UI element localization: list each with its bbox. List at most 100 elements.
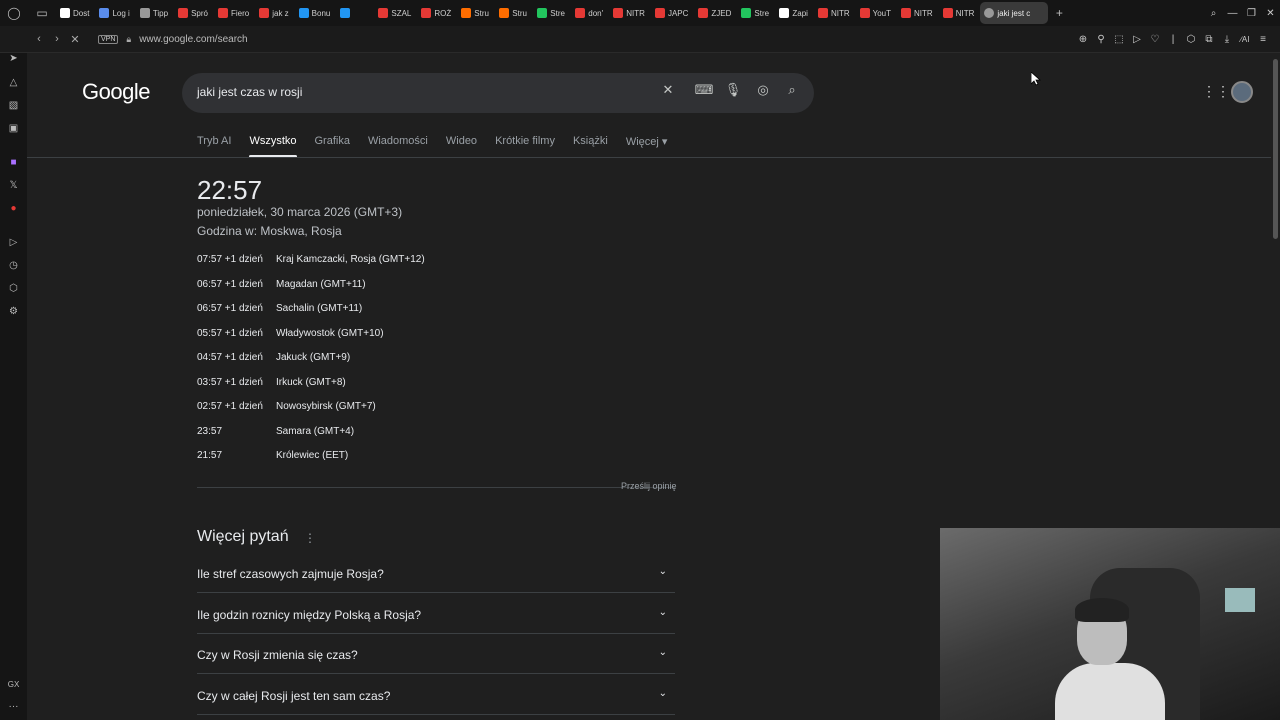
url-field[interactable]: www.google.com/search: [139, 34, 247, 45]
browser-tab[interactable]: YouT: [856, 2, 895, 24]
chevron-down-icon[interactable]: ⌄: [659, 566, 667, 577]
snapshot-icon[interactable]: ⬚: [1110, 34, 1128, 45]
pin-icon[interactable]: ⚲: [1092, 34, 1110, 45]
tab-favicon-icon: [698, 8, 709, 18]
browser-tab[interactable]: Spró: [174, 2, 212, 24]
zoom-icon[interactable]: ⊕: [1074, 34, 1092, 45]
timezone-time: 05:57 +1 dzień: [197, 327, 263, 339]
nav-tab[interactable]: Wszystko: [249, 135, 297, 158]
browser-tab[interactable]: Stru: [457, 2, 493, 24]
browser-tab[interactable]: ZJED: [694, 2, 735, 24]
tab-favicon-icon: [421, 8, 432, 18]
nav-tab[interactable]: Wiadomości: [368, 135, 428, 148]
browser-tab[interactable]: don': [571, 2, 607, 24]
settings-icon[interactable]: ⚙: [0, 306, 27, 317]
menu-icon[interactable]: ≡: [1254, 34, 1272, 45]
search-tabs-icon[interactable]: ⌕: [1204, 8, 1223, 19]
history-icon[interactable]: ▷: [0, 237, 27, 248]
nav-tab[interactable]: Więcej ▾: [626, 135, 668, 148]
ai-icon[interactable]: ∕AI: [1236, 35, 1254, 44]
whatsapp-icon[interactable]: ▧: [0, 100, 27, 111]
nav-tab[interactable]: Krótkie filmy: [495, 135, 555, 148]
faq-item[interactable]: Ile godzin roznicy między Polską a Rosja…: [197, 594, 675, 634]
feedback-link[interactable]: Prześlij opinię: [621, 481, 677, 491]
current-time: 22:57: [197, 175, 263, 205]
browser-tab[interactable]: NITR: [897, 2, 937, 24]
download-icon[interactable]: ⤓: [1218, 34, 1236, 45]
search-box[interactable]: jaki jest czas w rosji ✕ ⌨ 🎙︎ ◎ ⌕: [182, 73, 814, 113]
browser-tab[interactable]: NITR: [939, 2, 979, 24]
chevron-down-icon[interactable]: ⌄: [659, 647, 667, 658]
more-options-icon[interactable]: ⋮: [304, 531, 316, 545]
maximize-icon[interactable]: ❐: [1242, 8, 1261, 19]
instagram-icon[interactable]: ➤: [0, 53, 27, 64]
browser-tab[interactable]: JAPC: [651, 2, 692, 24]
tab-label: NITR: [955, 8, 975, 18]
search-input[interactable]: jaki jest czas w rosji: [197, 85, 302, 99]
search-icon[interactable]: ⌕: [782, 82, 802, 98]
chevron-down-icon[interactable]: ⌄: [659, 688, 667, 699]
search-nav-tabs: Tryb AI Wszystko Grafika Wiadomości Wideo Kró…: [197, 135, 685, 158]
browser-tab[interactable]: SZAL: [374, 2, 415, 24]
x-icon[interactable]: 𝕏: [0, 180, 27, 191]
faq-item[interactable]: Czy w Rosji zmienia się czas? ⌄: [197, 634, 675, 674]
clear-icon[interactable]: ✕: [658, 82, 678, 98]
webcam-background-monitor: [1225, 588, 1255, 612]
timezone-row: 06:57 +1 dzień Sachalin (GMT+11): [197, 303, 362, 314]
browser-tab[interactable]: Fiero: [214, 2, 253, 24]
browser-tab[interactable]: Bonu: [295, 2, 335, 24]
browser-tab[interactable]: Tipp: [136, 2, 172, 24]
browser-tab[interactable]: NITR: [609, 2, 649, 24]
faq-item[interactable]: Czy w całej Rosji jest ten sam czas? ⌄: [197, 675, 675, 715]
faq-item[interactable]: Ile stref czasowych zajmuje Rosja? ⌄: [197, 553, 675, 593]
avatar[interactable]: [1231, 81, 1253, 103]
scrollbar-thumb[interactable]: [1273, 59, 1278, 239]
chevron-down-icon[interactable]: ⌄: [659, 607, 667, 618]
browser-tab-active[interactable]: jaki jest c: [980, 2, 1049, 24]
youtube-icon[interactable]: ●: [0, 203, 27, 214]
lens-icon[interactable]: ◎: [753, 82, 773, 98]
forward-icon[interactable]: ›: [48, 33, 66, 45]
cube-icon[interactable]: ⬡: [0, 283, 27, 294]
extension-icon[interactable]: ▣: [0, 123, 27, 134]
clock-icon[interactable]: ◷: [0, 260, 27, 271]
close-window-icon[interactable]: ✕: [1261, 8, 1280, 19]
more-icon[interactable]: ···: [0, 701, 27, 712]
lock-icon[interactable]: 🔒︎: [126, 34, 131, 45]
wallet-icon[interactable]: ⧉: [1200, 34, 1218, 45]
nav-tab[interactable]: Grafika: [315, 135, 350, 148]
new-tab-icon[interactable]: +: [1050, 6, 1068, 20]
keyboard-icon[interactable]: ⌨: [694, 82, 714, 98]
gx-icon[interactable]: GX: [0, 680, 27, 689]
sidebar: ➤ △ ▧ ▣ ■ 𝕏 ● ▷ ◷ ⬡ ⚙ GX ···: [0, 53, 27, 720]
browser-tab[interactable]: Stre: [737, 2, 773, 24]
vpn-badge[interactable]: VPN: [98, 34, 119, 44]
nav-tab[interactable]: Wideo: [446, 135, 477, 148]
browser-tab[interactable]: Stre: [533, 2, 569, 24]
browser-tab[interactable]: jak z: [255, 2, 292, 24]
nav-tab[interactable]: Książki: [573, 135, 608, 148]
messenger-icon[interactable]: △: [0, 77, 27, 88]
tab-menu-icon[interactable]: ▭: [28, 0, 56, 26]
google-logo[interactable]: Google: [82, 79, 150, 105]
browser-tab[interactable]: Zapi: [775, 2, 812, 24]
opera-logo-icon[interactable]: ◯: [0, 0, 28, 26]
nav-tab[interactable]: Tryb AI: [197, 135, 231, 148]
extensions-icon[interactable]: ⬡: [1182, 34, 1200, 45]
browser-tab[interactable]: NITR: [814, 2, 854, 24]
timezone-row: 04:57 +1 dzień Jakuck (GMT+9): [197, 352, 350, 363]
heart-icon[interactable]: ♡: [1146, 34, 1164, 45]
browser-tab[interactable]: Stru: [495, 2, 531, 24]
timezone-row: 21:57 Królewiec (EET): [197, 450, 348, 461]
play-icon[interactable]: ▷: [1128, 34, 1146, 45]
reload-icon[interactable]: ✕: [66, 33, 84, 46]
back-icon[interactable]: ‹: [30, 33, 48, 45]
mic-icon[interactable]: 🎙︎: [723, 82, 743, 98]
timezone-name: Samara (GMT+4): [276, 425, 355, 437]
twitch-icon[interactable]: ■: [0, 157, 27, 168]
browser-tab[interactable]: ROŻ: [417, 2, 455, 24]
browser-tab[interactable]: Dost: [56, 2, 93, 24]
browser-tab[interactable]: Log i: [95, 2, 133, 24]
browser-tab[interactable]: [336, 2, 372, 24]
minimize-icon[interactable]: —: [1223, 8, 1242, 19]
